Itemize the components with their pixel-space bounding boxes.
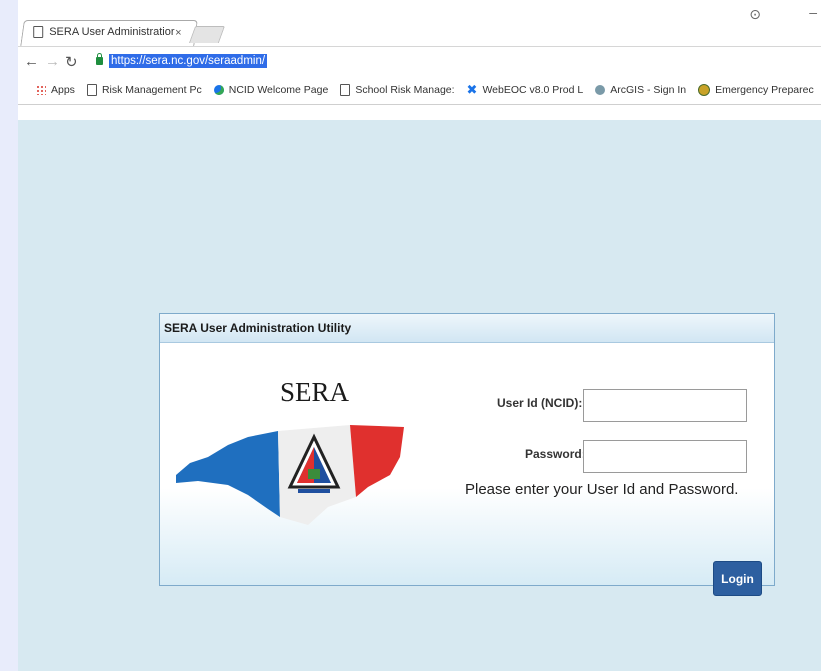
forward-arrow-icon[interactable]: → — [45, 53, 60, 70]
apps-icon — [36, 85, 46, 95]
profile-icon[interactable]: ⊙ — [749, 6, 761, 23]
user-id-label: User Id (NCID): — [497, 396, 583, 410]
navigation-bar: ← → ↻ https://sera.nc.gov/seraadmin/ — [18, 46, 821, 77]
bookmarks-bar: Apps Risk Management Pc NCID Welcome Pag… — [18, 76, 821, 105]
browser-tab[interactable]: SERA User Administratior × — [20, 20, 198, 47]
user-id-input[interactable] — [583, 389, 747, 422]
bookmark-school-risk[interactable]: School Risk Manage: — [340, 84, 455, 96]
bookmark-label: School Risk Manage: — [355, 84, 455, 96]
login-dialog: SERA User Administration Utility SERA Us… — [159, 313, 775, 596]
tab-title: SERA User Administratior — [49, 26, 175, 38]
page-icon — [86, 84, 97, 96]
back-arrow-icon[interactable]: ← — [24, 53, 39, 70]
page-icon — [33, 26, 44, 38]
lock-icon — [96, 53, 103, 65]
logo-text: SERA — [280, 377, 350, 407]
browser-chrome: SERA User Administratior × ⊙ – ← → ↻ htt… — [18, 0, 821, 120]
seal-icon — [698, 84, 711, 96]
bookmark-arcgis[interactable]: ArcGIS - Sign In — [595, 84, 686, 96]
address-bar[interactable]: https://sera.nc.gov/seraadmin/ — [90, 51, 810, 71]
new-tab-button[interactable] — [188, 26, 226, 43]
page-icon — [340, 84, 351, 96]
bookmark-ncid-welcome[interactable]: NCID Welcome Page — [213, 84, 329, 96]
dialog-body: SERA User Id (NCID): Password: Please en… — [160, 343, 774, 596]
bookmark-label: Apps — [51, 84, 75, 96]
bookmark-label: ArcGIS - Sign In — [610, 84, 687, 96]
sera-logo: SERA — [168, 357, 408, 527]
password-label: Password: — [525, 447, 586, 461]
login-prompt: Please enter your User Id and Password. — [465, 481, 739, 498]
bookmark-label: Risk Management Pc — [101, 84, 202, 96]
bookmark-label: NCID Welcome Page — [228, 84, 329, 96]
bookmark-label: Emergency Preparec — [715, 84, 814, 96]
password-input[interactable] — [583, 440, 747, 473]
bookmark-apps[interactable]: Apps — [30, 84, 75, 96]
login-button[interactable]: Login — [713, 561, 762, 596]
globe-icon — [213, 85, 224, 95]
minimize-icon[interactable]: – — [809, 4, 817, 20]
dialog-title: SERA User Administration Utility — [160, 314, 774, 343]
bookmark-webeoc[interactable]: ✖ WebEOC v8.0 Prod L — [467, 82, 584, 98]
close-tab-icon[interactable]: × — [175, 27, 181, 39]
bookmark-risk-management[interactable]: Risk Management Pc — [86, 84, 202, 96]
reload-icon[interactable]: ↻ — [65, 53, 78, 71]
arc-icon — [595, 85, 606, 95]
x-icon: ✖ — [466, 82, 478, 97]
tab-strip: SERA User Administratior × ⊙ – — [18, 0, 821, 47]
bookmark-emergency[interactable]: Emergency Preparec — [698, 84, 814, 96]
bookmark-label: WebEOC v8.0 Prod L — [482, 84, 584, 96]
url-text: https://sera.nc.gov/seraadmin/ — [109, 54, 268, 68]
page-content: SERA User Administration Utility SERA Us… — [18, 120, 821, 671]
